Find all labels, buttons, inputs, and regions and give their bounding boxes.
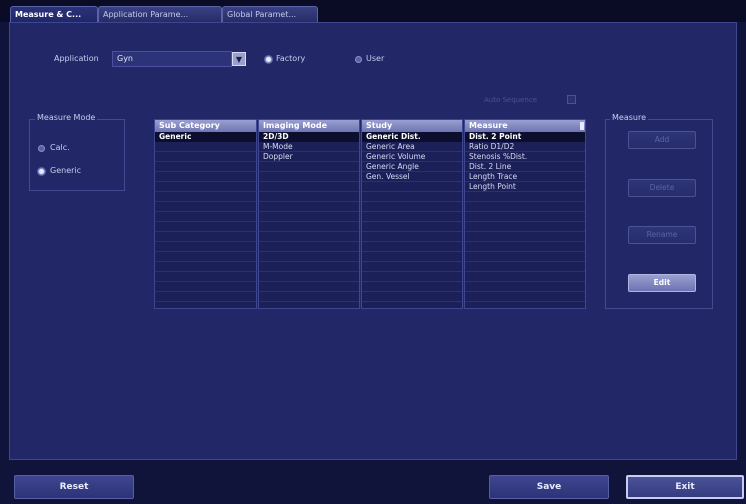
tab-application-parameters[interactable]: Application Parame... [98,6,222,22]
user-radio[interactable] [355,56,362,63]
main-panel: Application Gyn ▼ Factory User Measure M… [9,22,737,460]
study-items: Generic Dist. Generic Area Generic Volum… [362,132,462,308]
tab-global-parameters[interactable]: Global Paramet... [222,6,318,22]
generic-label: Generic [50,166,82,175]
sub-category-items: Generic [155,132,256,308]
measure-group-title: Measure [610,113,648,122]
user-label: User [366,54,385,63]
chevron-down-icon[interactable]: ▼ [232,52,246,66]
generic-radio[interactable] [38,168,45,175]
edit-button[interactable]: Edit [628,274,696,292]
imaging-mode-list[interactable]: Imaging Mode 2D/3D M-Mode Doppler [258,119,360,309]
measure-mode-group [29,119,125,191]
save-button[interactable]: Save [489,475,609,499]
list-item[interactable]: Length Trace [465,172,585,182]
list-item[interactable]: Generic Dist. [362,132,462,142]
reset-button[interactable]: Reset [14,475,134,499]
imaging-mode-header: Imaging Mode [259,120,359,132]
list-item[interactable]: Generic Angle [362,162,462,172]
add-button[interactable]: Add [628,131,696,149]
list-item[interactable]: Dist. 2 Point [465,132,585,142]
measure-header: Measure [465,120,585,132]
list-item[interactable]: Generic [155,132,256,142]
sub-category-header: Sub Category [155,120,256,132]
study-list[interactable]: Study Generic Dist. Generic Area Generic… [361,119,463,309]
list-item[interactable]: Doppler [259,152,359,162]
delete-button[interactable]: Delete [628,179,696,197]
study-header: Study [362,120,462,132]
auto-sequence-label: Auto Sequence [484,96,538,104]
list-item[interactable]: Ratio D1/D2 [465,142,585,152]
list-item[interactable]: Stenosis %Dist. [465,152,585,162]
factory-label: Factory [276,54,306,63]
list-item[interactable]: Generic Volume [362,152,462,162]
calc-radio[interactable] [38,145,45,152]
application-select[interactable]: Gyn [112,51,232,67]
list-item[interactable]: Generic Area [362,142,462,152]
list-item[interactable]: Dist. 2 Line [465,162,585,172]
application-value: Gyn [117,54,134,63]
list-item[interactable]: Length Point [465,182,585,192]
measure-list[interactable]: Measure Dist. 2 Point Ratio D1/D2 Stenos… [464,119,586,309]
sub-category-list[interactable]: Sub Category Generic [154,119,257,309]
list-item[interactable]: Gen. Vessel [362,172,462,182]
factory-radio[interactable] [265,56,272,63]
auto-sequence-checkbox[interactable] [567,95,576,104]
measure-items: Dist. 2 Point Ratio D1/D2 Stenosis %Dist… [465,132,585,308]
list-item[interactable]: M-Mode [259,142,359,152]
tab-measure-calc[interactable]: Measure & C... [10,6,98,22]
rename-button[interactable]: Rename [628,226,696,244]
list-item[interactable]: 2D/3D [259,132,359,142]
imaging-mode-items: 2D/3D M-Mode Doppler [259,132,359,308]
measure-mode-title: Measure Mode [35,113,98,122]
exit-button[interactable]: Exit [626,475,744,499]
tab-strip: Measure & C... Application Parame... Glo… [0,0,746,22]
scroll-thumb[interactable] [580,122,584,130]
calc-label: Calc. [50,143,70,152]
application-label: Application [54,54,99,63]
measure-header-label: Measure [469,121,508,130]
